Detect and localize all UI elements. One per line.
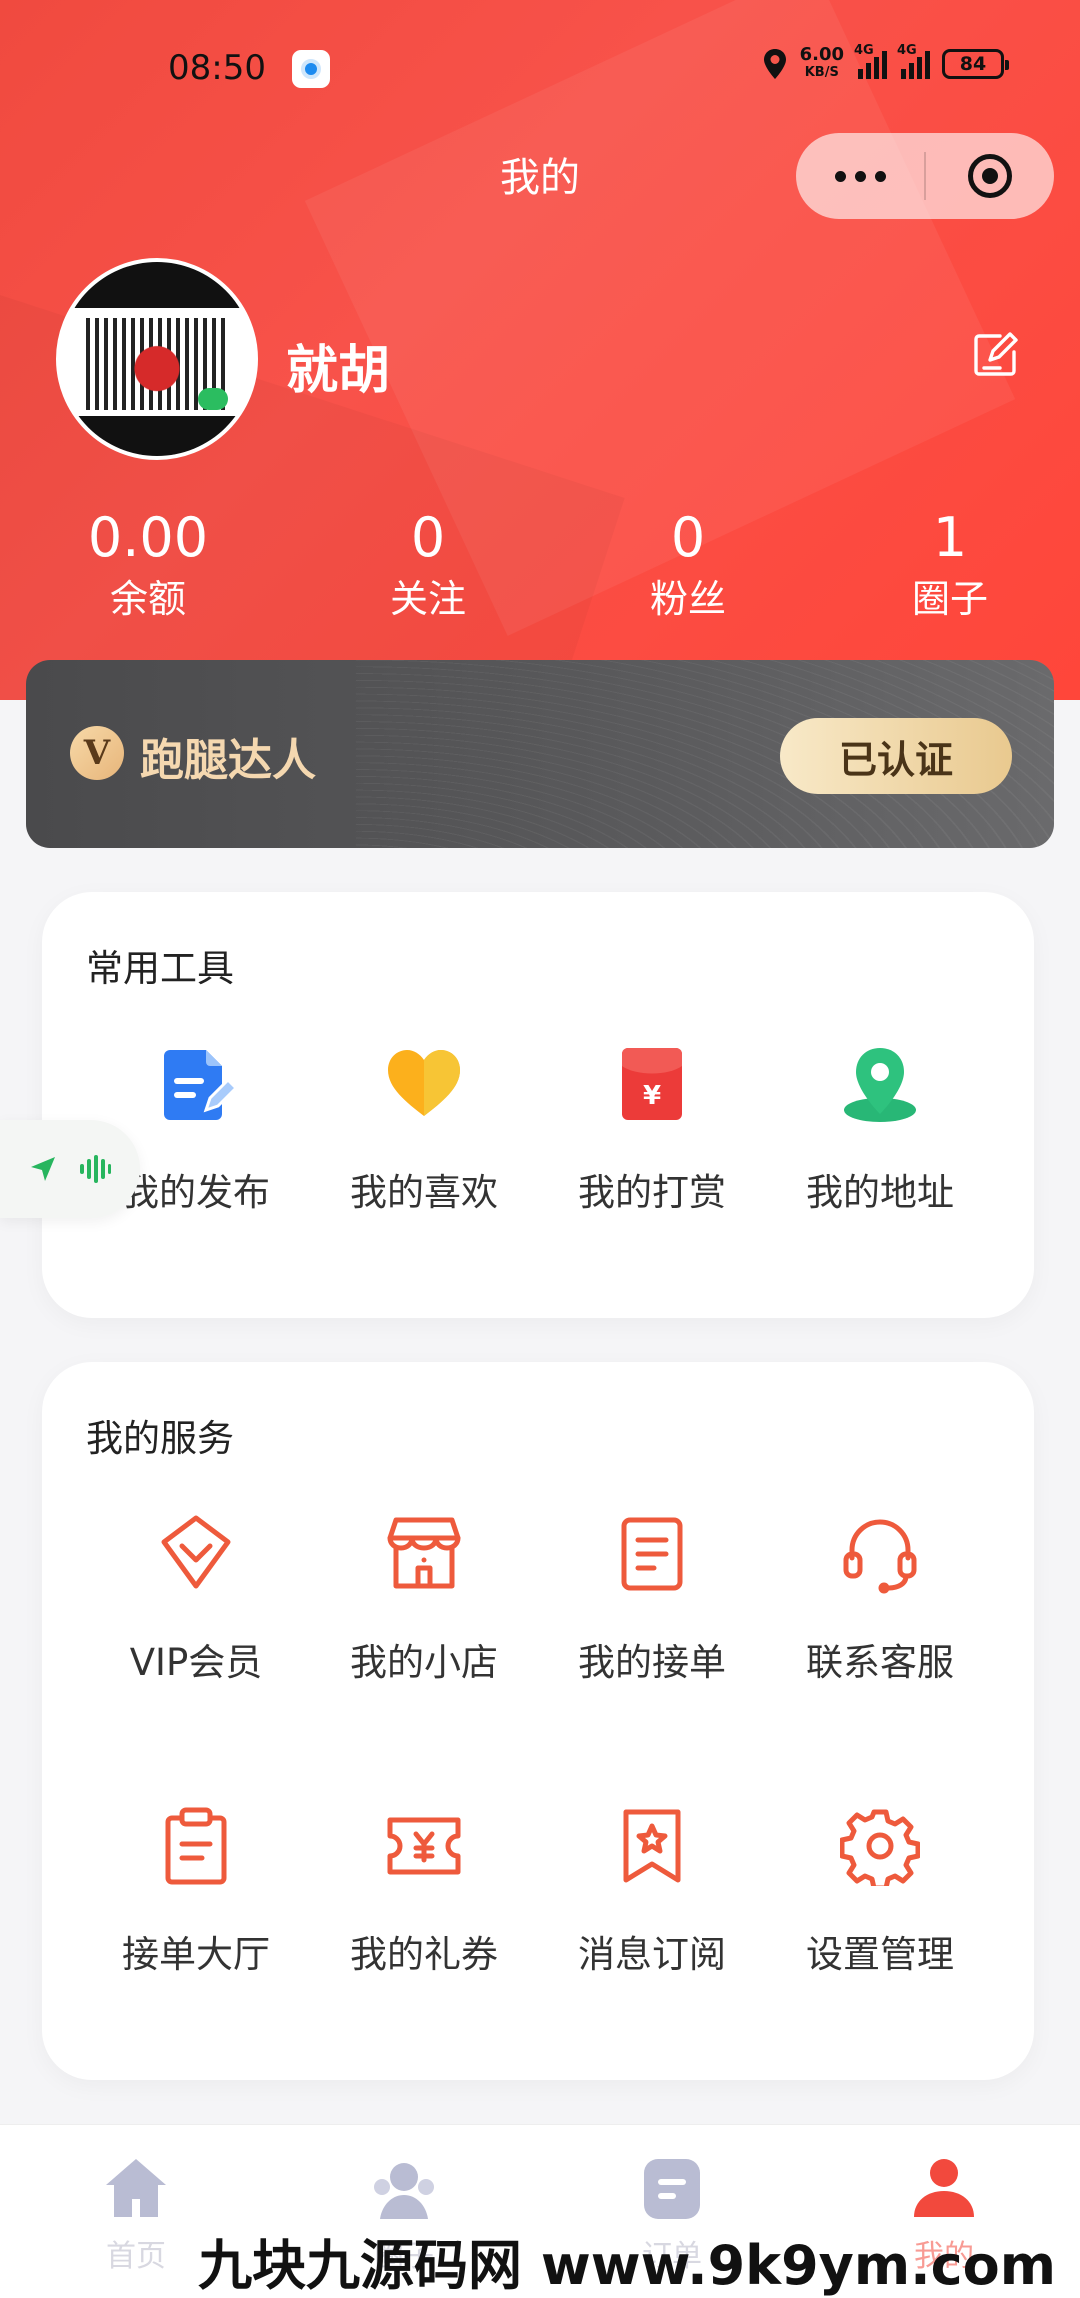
service-label: 设置管理 — [806, 1933, 954, 1976]
common-tools-card: 常用工具 我的发布 我的喜欢 ¥ 我的打赏 我的地址 — [42, 892, 1034, 1318]
signal-label: 4G — [897, 43, 917, 58]
document-icon — [164, 1050, 236, 1120]
stat-label: 关注 — [389, 577, 466, 621]
battery-icon: 84 — [942, 49, 1009, 79]
stat-value: 0 — [410, 506, 446, 569]
bookmark-star-icon — [623, 1809, 681, 1883]
service-my-orders[interactable]: 我的接单 — [538, 1514, 766, 1686]
tool-my-rewards[interactable]: ¥ 我的打赏 — [538, 1044, 766, 1216]
service-label: 联系客服 — [806, 1641, 954, 1684]
vip-badge-icon: V — [70, 726, 124, 780]
profile-stats: 0.00 余额 0 关注 0 粉丝 1 圈子 — [0, 505, 1080, 635]
network-speed: 6.00 KB/S — [800, 46, 844, 82]
service-customer-support[interactable]: 联系客服 — [766, 1514, 994, 1686]
status-bar: 08:50 6.00 KB/S 4G 4G 84 — [0, 0, 1080, 140]
network-speed-value: 6.00 — [799, 44, 844, 65]
signal-strength-icon: 4G — [854, 43, 887, 79]
service-label: 我的礼券 — [350, 1933, 498, 1976]
my-services-card: 我的服务 VIP会员 我的小店 我的接单 联系客服 接单大厅 我的礼券 消息订阅… — [42, 1362, 1034, 2080]
red-envelope-icon: ¥ — [622, 1048, 682, 1120]
headset-icon — [843, 1519, 917, 1594]
clipboard-icon — [165, 1807, 227, 1885]
signal-label: 4G — [854, 43, 874, 58]
vip-certification-card[interactable]: V 跑腿达人 已认证 — [26, 660, 1054, 848]
coupon-icon — [387, 1817, 461, 1875]
service-my-shop[interactable]: 我的小店 — [310, 1514, 538, 1686]
stat-balance[interactable]: 0.00 余额 — [38, 505, 258, 627]
section-title: 常用工具 — [86, 947, 234, 990]
location-status-icon — [763, 49, 786, 79]
more-menu-icon[interactable] — [796, 170, 924, 182]
watermark: 九块九源码网 www.9k9ym.com — [0, 2222, 1080, 2298]
signal-strength-icon: 4G — [897, 43, 930, 79]
stat-fans[interactable]: 0 粉丝 — [578, 505, 798, 627]
stat-following[interactable]: 0 关注 — [318, 505, 538, 627]
tool-label: 我的地址 — [806, 1171, 954, 1214]
stat-label: 余额 — [109, 577, 186, 621]
stat-value: 0.00 — [87, 506, 209, 569]
user-icon — [914, 2159, 974, 2217]
service-my-coupons[interactable]: 我的礼券 — [310, 1806, 538, 1978]
order-icon — [644, 2159, 700, 2219]
mini-program-capsule[interactable] — [796, 133, 1054, 219]
circle-community-icon — [374, 2163, 434, 2219]
username: 就胡 — [286, 341, 391, 401]
diamond-icon — [161, 1515, 231, 1589]
stat-label: 粉丝 — [649, 577, 726, 621]
shop-icon — [387, 1517, 461, 1589]
location-pin-icon — [844, 1048, 916, 1122]
svg-text:¥: ¥ — [643, 1081, 661, 1111]
service-label: 消息订阅 — [578, 1933, 726, 1976]
app-notification-icon — [292, 50, 330, 88]
service-message-subscription[interactable]: 消息订阅 — [538, 1806, 766, 1978]
avatar[interactable] — [56, 258, 258, 460]
section-title: 我的服务 — [86, 1417, 234, 1460]
vip-title: 跑腿达人 — [140, 735, 316, 786]
floating-assistant-button[interactable] — [0, 1120, 140, 1218]
order-list-icon — [621, 1517, 683, 1591]
service-label: 接单大厅 — [122, 1933, 270, 1976]
service-label: VIP会员 — [129, 1641, 263, 1684]
stat-circles[interactable]: 1 圈子 — [840, 505, 1060, 627]
tool-label: 我的喜欢 — [350, 1171, 498, 1214]
heart-icon — [388, 1050, 460, 1116]
status-time: 08:50 — [168, 48, 266, 88]
service-settings[interactable]: 设置管理 — [766, 1806, 994, 1978]
status-indicators: 6.00 KB/S 4G 4G 84 — [762, 43, 1009, 82]
service-order-hall[interactable]: 接单大厅 — [82, 1806, 310, 1978]
home-icon — [106, 2159, 166, 2217]
stat-value: 1 — [932, 506, 968, 569]
tool-my-likes[interactable]: 我的喜欢 — [310, 1044, 538, 1216]
gear-icon — [840, 1809, 920, 1886]
service-label: 我的接单 — [578, 1641, 726, 1684]
tool-label: 我的打赏 — [578, 1171, 726, 1214]
tool-my-address[interactable]: 我的地址 — [766, 1044, 994, 1216]
edit-profile-icon[interactable] — [970, 330, 1020, 380]
certified-button[interactable]: 已认证 — [780, 718, 1012, 794]
battery-level: 84 — [959, 53, 987, 75]
navigation-arrow-icon — [31, 1157, 55, 1181]
close-mini-program-icon[interactable] — [926, 154, 1054, 198]
network-speed-unit: KB/S — [804, 65, 839, 80]
voice-wave-icon — [80, 1155, 111, 1183]
stat-label: 圈子 — [911, 577, 988, 621]
service-label: 我的小店 — [350, 1641, 498, 1684]
stat-value: 0 — [670, 506, 706, 569]
service-vip[interactable]: VIP会员 — [82, 1514, 310, 1686]
